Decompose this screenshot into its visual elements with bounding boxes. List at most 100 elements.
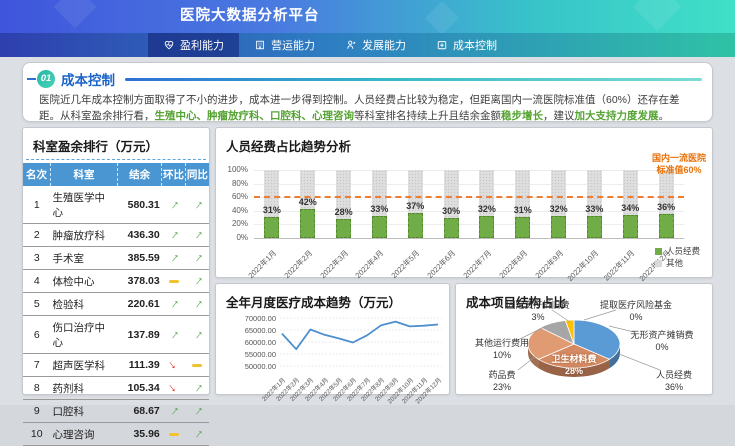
table-row: 1生殖医学中心580.31→→ xyxy=(23,186,209,224)
bar-chart: 0%20%40%60%80%100%31%2022年1月42%2022年2月28… xyxy=(216,128,714,279)
up-arrow-icon: → xyxy=(189,379,205,395)
highlighted-text: 生殖中心、肿瘤放疗科、口腔科、心理咨询 xyxy=(155,110,355,122)
cell-rank: 9 xyxy=(23,400,51,423)
nav-tab-label: 发展能力 xyxy=(362,37,406,53)
legend-label: 其他 xyxy=(666,257,683,269)
pie-chart-panel: 成本项目结构占比 人员经费36%卫生材料费28%药品费23%其他运行费用10%固… xyxy=(455,283,713,395)
divider xyxy=(26,159,206,160)
legend-label: 人员经费 xyxy=(666,245,700,257)
pie-slice-label: 固定资产折旧费3% xyxy=(496,300,580,323)
cell-rank: 8 xyxy=(23,377,51,400)
cell-dept: 伤口治疗中心 xyxy=(51,316,118,354)
cell-mom: → xyxy=(162,354,186,377)
up-arrow-icon: → xyxy=(189,402,205,418)
cell-value: 68.67 xyxy=(117,400,161,423)
cell-mom: → xyxy=(162,224,186,247)
cell-mom: → xyxy=(162,293,186,316)
cell-yoy: → xyxy=(185,377,209,400)
cell-yoy: → xyxy=(185,423,209,446)
col-value: 结余 xyxy=(117,163,161,186)
line-chart-panel: 全年月度医疗成本趋势（万元） 50000.0055000.0060000.006… xyxy=(215,283,450,395)
nav-tab[interactable]: 营运能力 xyxy=(239,33,330,57)
cell-mom: → xyxy=(162,247,186,270)
table-row: 5检验科220.61→→ xyxy=(23,293,209,316)
cell-dept: 口腔科 xyxy=(51,400,118,423)
bar-personnel xyxy=(551,216,566,238)
heart-pulse-icon xyxy=(163,39,175,51)
nav-tab[interactable]: 盈利能力 xyxy=(148,33,239,57)
gridline xyxy=(254,224,684,225)
cell-yoy: → xyxy=(185,247,209,270)
pie-label-name: 固定资产折旧费 xyxy=(496,300,580,312)
summary-card: 01 成本控制 医院近几年成本控制方面取得了不小的进步，成本进一步得到控制。人员… xyxy=(22,62,713,122)
highlighted-text: 稳步增长 xyxy=(501,110,543,122)
bar-value-label: 36% xyxy=(649,202,683,212)
nav-tab[interactable]: 成本控制 xyxy=(421,33,512,57)
cell-value: 105.34 xyxy=(117,377,161,400)
bar-value-label: 32% xyxy=(470,204,504,214)
bar-value-label: 33% xyxy=(362,204,396,214)
up-arrow-icon: → xyxy=(189,226,205,242)
cell-value: 580.31 xyxy=(117,186,161,224)
line-chart: 50000.0055000.0060000.0065000.0070000.00… xyxy=(216,284,451,396)
bar-value-label: 28% xyxy=(327,207,361,217)
summary-description: 医院近几年成本控制方面取得了不小的进步，成本进一步得到控制。人员经费占比较为稳定… xyxy=(39,92,700,125)
nav-tab-label: 盈利能力 xyxy=(180,37,224,53)
pie-label-value: 3% xyxy=(496,312,580,324)
bar-personnel xyxy=(479,216,494,238)
pie-slice-label: 提取医疗风险基金0% xyxy=(594,300,678,323)
trend-line xyxy=(282,322,438,350)
bar-value-label: 31% xyxy=(255,205,289,215)
bar-personnel xyxy=(264,217,279,238)
pie-label-value: 36% xyxy=(632,382,716,394)
cell-value: 35.96 xyxy=(117,423,161,446)
cell-yoy: → xyxy=(185,316,209,354)
y-axis-tick: 0% xyxy=(220,233,248,242)
pie-label-name: 其他运行费用 xyxy=(460,338,544,350)
col-mom: 环比 xyxy=(162,163,186,186)
pie-label-name: 药品费 xyxy=(460,370,544,382)
ranking-body: 1生殖医学中心580.31→→2肿瘤放疗科436.30→→3手术室385.59→… xyxy=(23,186,209,446)
pie-label-name: 提取医疗风险基金 xyxy=(594,300,678,312)
up-arrow-icon: → xyxy=(189,295,205,311)
bar-personnel xyxy=(408,213,423,238)
cell-mom: → xyxy=(162,316,186,354)
y-axis-tick: 50000.00 xyxy=(232,362,276,371)
gridline xyxy=(254,184,684,185)
y-axis-tick: 60% xyxy=(220,192,248,201)
plain-text: 。 xyxy=(659,110,670,122)
cell-yoy: → xyxy=(185,186,209,224)
up-arrow-icon: → xyxy=(189,249,205,265)
bar-value-label: 30% xyxy=(434,206,468,216)
legend-swatch xyxy=(655,260,662,267)
plain-text: 等科室排名持续上升且结余金额 xyxy=(354,110,501,122)
pie-slice-label: 人员经费36% xyxy=(632,370,716,393)
pie-label-value: 0% xyxy=(594,312,678,324)
up-arrow-icon: → xyxy=(166,226,182,242)
plus-box-icon xyxy=(436,39,448,51)
pie-label-value: 0% xyxy=(620,342,704,354)
bar-value-label: 42% xyxy=(291,197,325,207)
reference-line xyxy=(254,196,684,198)
bar-personnel xyxy=(623,215,638,238)
pie-label-name: 人员经费 xyxy=(632,370,716,382)
flat-indicator xyxy=(192,364,202,367)
bar-personnel xyxy=(336,219,351,238)
nav-tab[interactable]: 发展能力 xyxy=(330,33,421,57)
pie-slice-label: 卫生材料费28% xyxy=(532,354,616,377)
section-header: 01 成本控制 xyxy=(27,69,702,89)
legend-item: 其他 xyxy=(655,257,700,269)
cell-rank: 6 xyxy=(23,316,51,354)
legend-item: 人员经费 xyxy=(655,245,700,257)
col-rank: 名次 xyxy=(23,163,51,186)
cell-rank: 1 xyxy=(23,186,51,224)
up-arrow-icon: → xyxy=(166,325,182,341)
y-axis-tick: 65000.00 xyxy=(232,326,276,335)
cell-mom xyxy=(162,270,186,293)
flat-indicator xyxy=(169,433,179,436)
cell-dept: 超声医学科 xyxy=(51,354,118,377)
ranking-title: 科室盈余排行（万元） xyxy=(23,128,209,159)
table-row: 7超声医学科111.39→ xyxy=(23,354,209,377)
bar-chart-panel: 人员经费占比趋势分析 0%20%40%60%80%100%31%2022年1月4… xyxy=(215,127,713,278)
decor-line xyxy=(125,78,702,81)
